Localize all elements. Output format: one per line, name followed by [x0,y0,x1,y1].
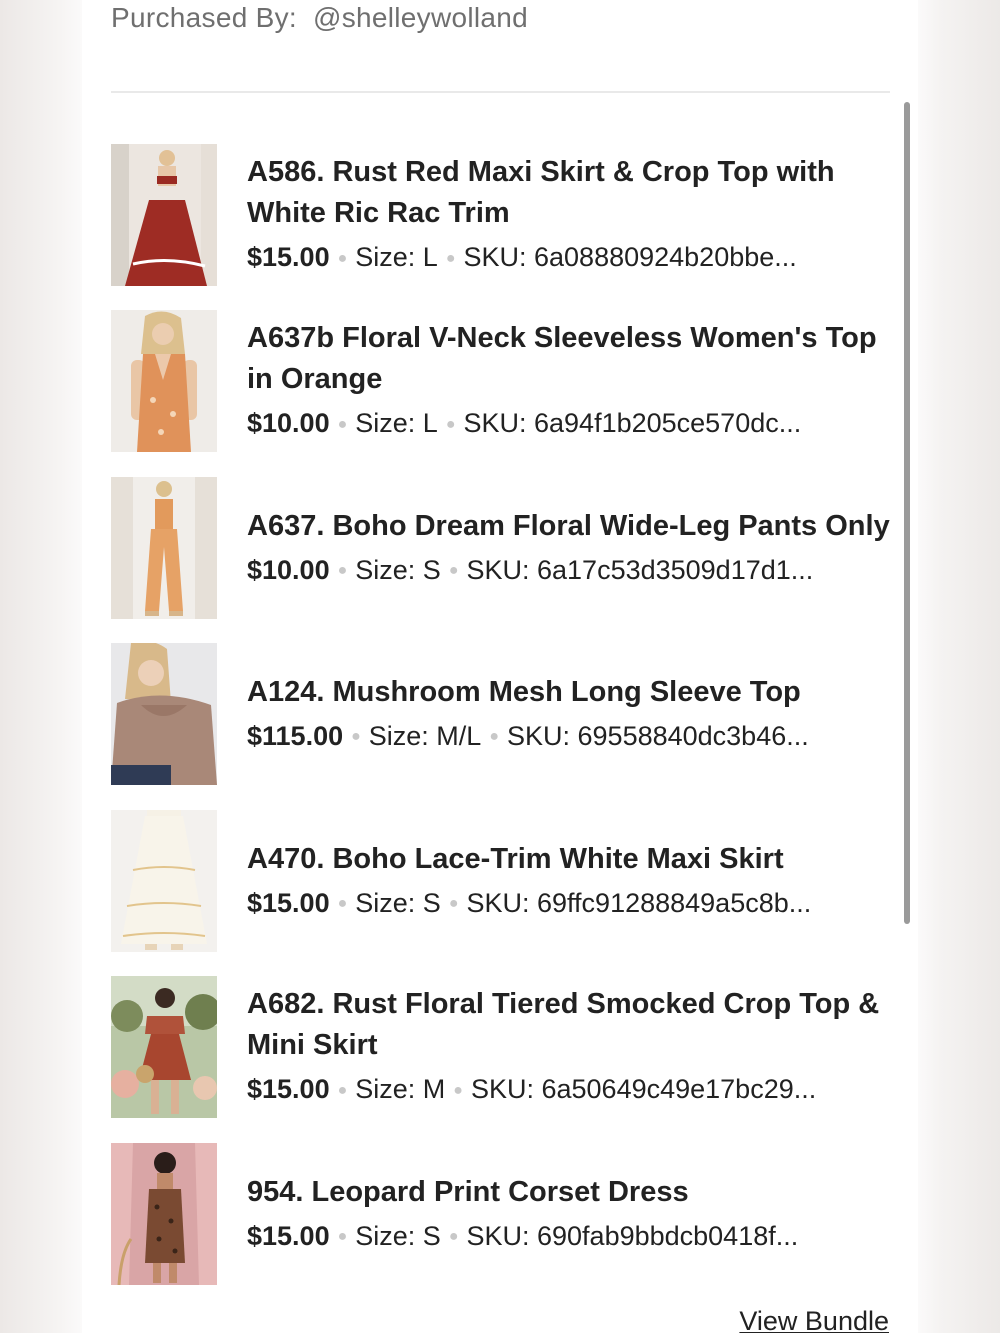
item-size: Size: M [355,1074,446,1105]
purchaser-username[interactable]: @shelleywolland [313,2,528,33]
list-item[interactable]: A124. Mushroom Mesh Long Sleeve Top $115… [111,643,901,785]
purchased-by: Purchased By: @shelleywolland [111,2,528,34]
item-meta: $10.00 ● Size: L ● SKU: 6a94f1b205ce570dc... [247,404,897,444]
separator-dot: ● [445,249,456,267]
list-item[interactable]: 954. Leopard Print Corset Dress $15.00 ● S… [111,1143,901,1285]
item-info: A637b Floral V-Neck Sleeveless Women's T… [247,310,897,452]
item-price: $15.00 [247,887,330,918]
list-item[interactable]: A637b Floral V-Neck Sleeveless Women's T… [111,310,901,452]
separator-dot: ● [337,1228,348,1246]
item-sku: SKU: 69558840dc3b46... [507,720,809,751]
item-sku: SKU: 690fab9bbdcb0418f... [466,1220,799,1251]
item-title[interactable]: A470. Boho Lace-Trim White Maxi Skirt [247,839,897,880]
product-thumbnail[interactable] [111,976,217,1118]
item-info: 954. Leopard Print Corset Dress $15.00 ● S… [247,1143,897,1285]
item-size: Size: L [355,242,438,273]
item-size: Size: S [355,887,441,918]
separator-dot: ● [337,415,348,433]
item-meta: $15.00 ● Size: L ● SKU: 6a08880924b20bbe... [247,238,897,278]
item-sku: SKU: 6a08880924b20bbe... [463,242,797,273]
item-price: $15.00 [247,1220,330,1251]
purchased-by-label: Purchased By: [111,2,297,33]
item-meta: $115.00 ● Size: M/L ● SKU: 69558840dc3b46... [247,717,897,757]
item-title[interactable]: 954. Leopard Print Corset Dress [247,1172,897,1213]
product-thumbnail[interactable] [111,1143,217,1285]
item-size: Size: S [355,1220,441,1251]
product-thumbnail[interactable] [111,810,217,952]
scrollbar[interactable] [904,102,910,924]
item-title[interactable]: A586. Rust Red Maxi Skirt & Crop Top wit… [247,152,897,234]
separator-dot: ● [351,728,361,746]
item-info: A586. Rust Red Maxi Skirt & Crop Top wit… [247,144,897,286]
item-meta: $15.00 ● Size: M ● SKU: 6a50649c49e17bc29... [247,1070,897,1110]
item-sku: SKU: 6a50649c49e17bc29... [470,1074,817,1105]
item-meta: $15.00 ● Size: S ● SKU: 690fab9bbdcb0418f... [247,1217,897,1257]
item-title[interactable]: A637. Boho Dream Floral Wide-Leg Pants O… [247,506,897,547]
list-item[interactable]: A682. Rust Floral Tiered Smocked Crop To… [111,976,901,1118]
item-sku: SKU: 6a94f1b205ce570dc... [463,408,802,439]
product-thumbnail[interactable] [111,643,217,785]
separator-dot: ● [489,728,499,746]
item-size: Size: L [355,408,438,439]
item-info: A124. Mushroom Mesh Long Sleeve Top $115… [247,643,897,785]
bundle-card: Purchased By: @shelleywolland A586. Rust … [82,0,918,1333]
separator-dot: ● [448,562,459,580]
product-thumbnail[interactable] [111,477,217,619]
separator-dot: ● [337,1081,348,1099]
item-sku: SKU: 6a17c53d3509d17d1... [466,554,814,585]
item-price: $10.00 [247,554,330,585]
list-item[interactable]: A470. Boho Lace-Trim White Maxi Skirt $1… [111,810,901,952]
separator-dot: ● [337,562,348,580]
product-thumbnail[interactable] [111,144,217,286]
item-title[interactable]: A682. Rust Floral Tiered Smocked Crop To… [247,984,897,1066]
item-info: A470. Boho Lace-Trim White Maxi Skirt $1… [247,810,897,952]
separator-dot: ● [337,249,348,267]
list-item[interactable]: A637. Boho Dream Floral Wide-Leg Pants O… [111,477,901,619]
item-size: Size: M/L [368,720,482,751]
separator-dot: ● [337,895,348,913]
separator-dot: ● [448,895,459,913]
item-title[interactable]: A124. Mushroom Mesh Long Sleeve Top [247,672,897,713]
item-meta: $15.00 ● Size: S ● SKU: 69ffc91288849a5c8b..… [247,884,897,924]
product-thumbnail[interactable] [111,310,217,452]
view-bundle-link[interactable]: View Bundle [739,1306,889,1333]
item-price: $10.00 [247,408,330,439]
item-info: A682. Rust Floral Tiered Smocked Crop To… [247,976,897,1118]
item-size: Size: S [355,554,441,585]
item-price: $115.00 [247,720,344,751]
item-price: $15.00 [247,1074,330,1105]
divider [111,91,890,93]
list-item[interactable]: A586. Rust Red Maxi Skirt & Crop Top wit… [111,144,901,286]
separator-dot: ● [448,1228,459,1246]
separator-dot: ● [445,415,456,433]
item-sku: SKU: 69ffc91288849a5c8b... [466,887,812,918]
item-meta: $10.00 ● Size: S ● SKU: 6a17c53d3509d17d1... [247,551,897,591]
item-title[interactable]: A637b Floral V-Neck Sleeveless Women's T… [247,318,897,400]
item-info: A637. Boho Dream Floral Wide-Leg Pants O… [247,477,897,619]
separator-dot: ● [453,1081,463,1099]
item-price: $15.00 [247,242,330,273]
